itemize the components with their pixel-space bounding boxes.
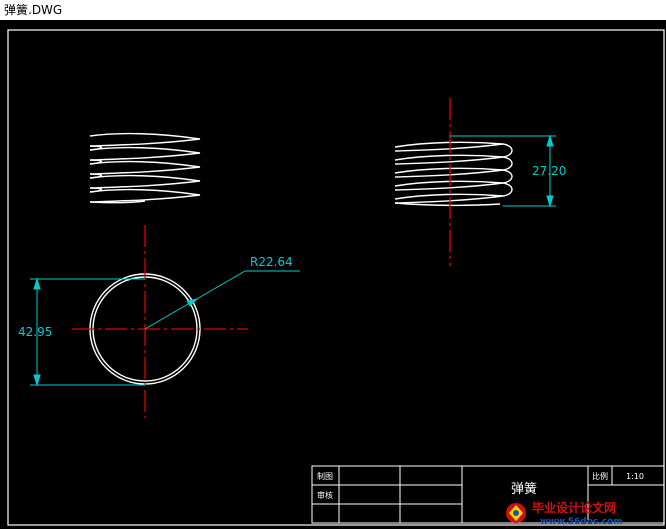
watermark: 毕业设计论文网 www.56doc.com (504, 499, 664, 527)
title-block-scale-label: 比例 (592, 471, 608, 481)
dimension-text-radius: R22.64 (250, 255, 293, 269)
watermark-url: www.56doc.com (540, 517, 623, 527)
title-block-part-name: 弹簧 (511, 481, 537, 497)
spring-side-view-right (394, 141, 513, 207)
spring-side-view-left (89, 132, 201, 204)
title-block-review-label: 审核 (317, 490, 333, 500)
drawing-border (7, 29, 665, 526)
window-title: 弹簧.DWG (4, 3, 63, 17)
cad-drawing: 27.20 R22.64 42.95 制图 审核 弹簧 比例 1:10 (7, 29, 665, 526)
watermark-logo-icon (506, 503, 526, 523)
dimension-text-diameter: 42.95 (18, 325, 52, 339)
dimension-text-side-height: 27.20 (532, 164, 566, 178)
drawing-viewport[interactable]: 27.20 R22.64 42.95 制图 审核 弹簧 比例 1:10 毕业设计… (0, 20, 666, 529)
title-block-scale-value: 1:10 (626, 472, 644, 481)
watermark-title: 毕业设计论文网 (532, 500, 616, 515)
title-block-drawn-label: 制图 (317, 471, 333, 481)
window-title-bar: 弹簧.DWG (0, 0, 666, 20)
